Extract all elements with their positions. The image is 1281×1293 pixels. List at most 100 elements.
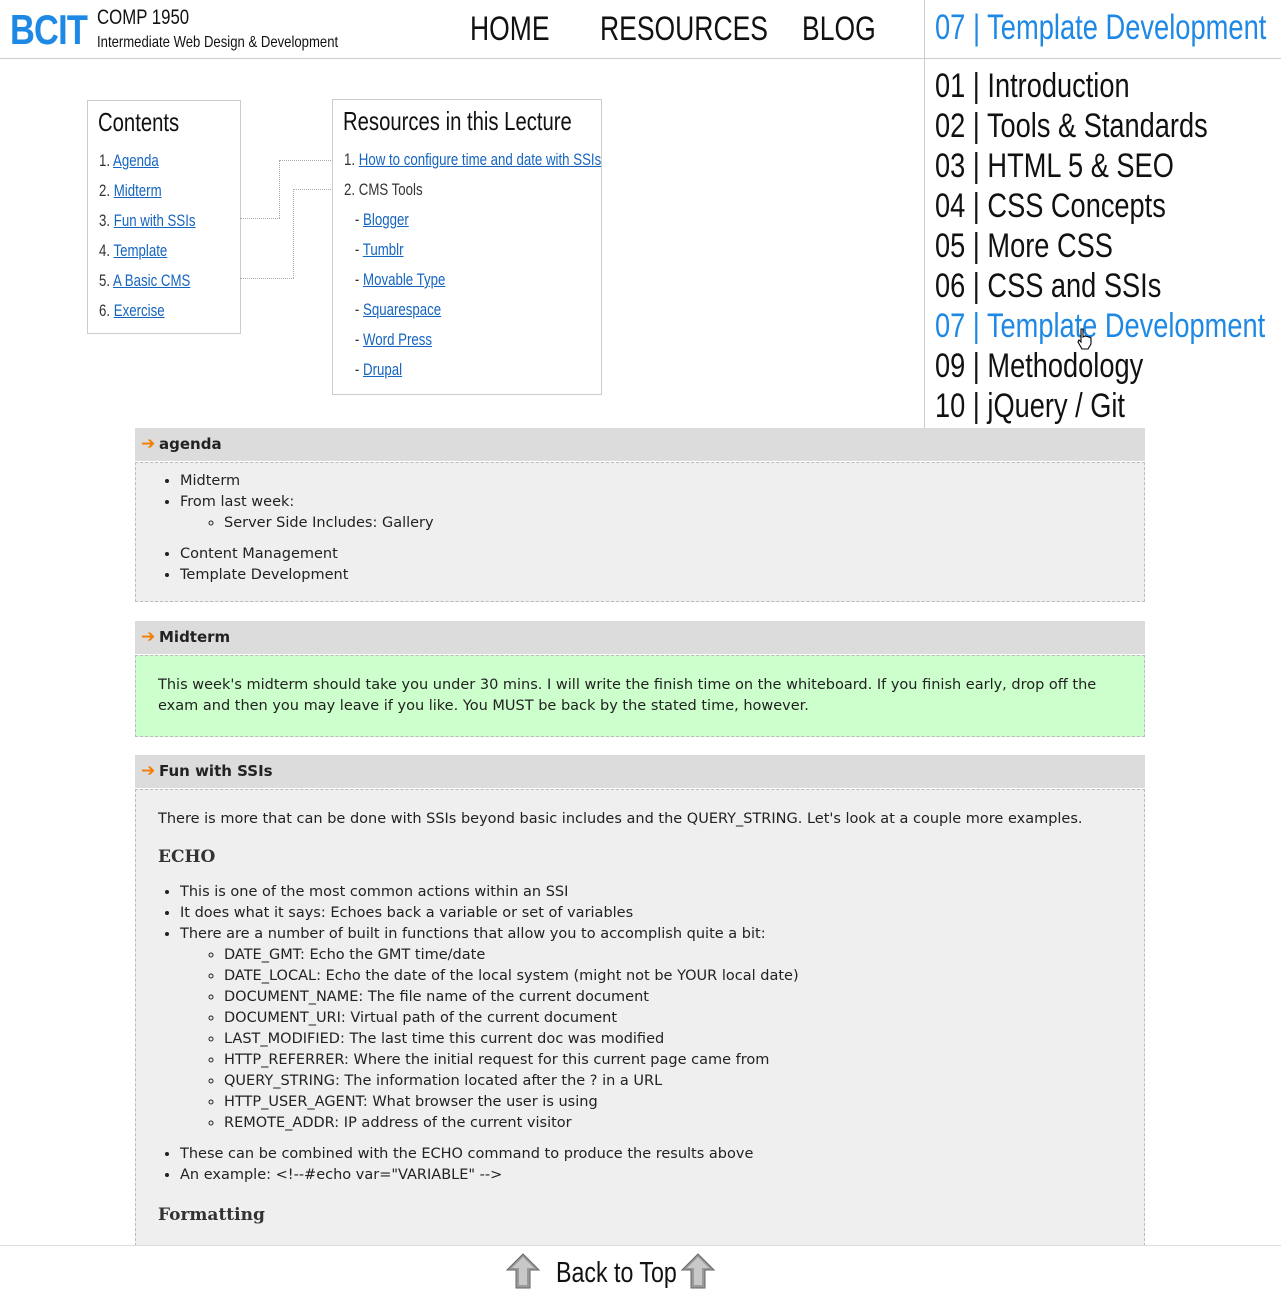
lecture-divider bbox=[925, 58, 1281, 59]
contents-link-midterm[interactable]: Midterm bbox=[114, 181, 162, 200]
contents-item: 1. Agenda bbox=[99, 151, 159, 170]
lecture-link-05[interactable]: 05 | More CSS bbox=[935, 226, 1265, 266]
list-item: DOCUMENT_URI: Virtual path of the curren… bbox=[224, 1008, 1144, 1029]
echo-list: This is one of the most common actions w… bbox=[136, 882, 1144, 1186]
list-item: DOCUMENT_NAME: The file name of the curr… bbox=[224, 987, 1144, 1008]
resource-subitem: - Drupal bbox=[354, 360, 403, 379]
back-to-top-button[interactable]: Back to Top bbox=[505, 1250, 720, 1292]
arrow-right-icon: ➔ bbox=[141, 761, 156, 781]
arrow-right-icon: ➔ bbox=[141, 627, 156, 647]
contents-title: Contents bbox=[98, 107, 180, 137]
lecture-link-01[interactable]: 01 | Introduction bbox=[935, 66, 1265, 106]
contents-item: 2. Midterm bbox=[99, 181, 162, 200]
nav-blog-link[interactable]: BLOG bbox=[802, 10, 876, 49]
resource-subitem: - Word Press bbox=[354, 330, 433, 349]
section-title: Fun with SSIs bbox=[159, 762, 273, 780]
list-item: These can be combined with the ECHO comm… bbox=[180, 1144, 1144, 1165]
function-list: DATE_GMT: Echo the GMT time/date DATE_LO… bbox=[180, 945, 1144, 1134]
contents-item: 4. Template bbox=[99, 241, 168, 260]
contents-link-agenda[interactable]: Agenda bbox=[113, 151, 159, 170]
list-item: REMOTE_ADDR: IP address of the current v… bbox=[224, 1113, 1144, 1134]
lecture-link-03[interactable]: 03 | HTML 5 & SEO bbox=[935, 146, 1265, 186]
resource-link-ssi-time-date[interactable]: How to configure time and date with SSIs bbox=[359, 150, 601, 169]
connector-line bbox=[279, 160, 333, 161]
resource-subitem: - Blogger bbox=[354, 210, 409, 229]
contents-link-exercise[interactable]: Exercise bbox=[114, 301, 165, 320]
hand-cursor-icon bbox=[1077, 328, 1092, 350]
formatting-heading: Formatting bbox=[158, 1205, 265, 1225]
lecture-link-07[interactable]: 07 | Template Development bbox=[935, 306, 1265, 346]
connector-line bbox=[240, 218, 280, 219]
nav-resources-link[interactable]: RESOURCES bbox=[600, 10, 768, 49]
agenda-section-body: Midterm From last week: Server Side Incl… bbox=[135, 462, 1145, 602]
lecture-link-06[interactable]: 06 | CSS and SSIs bbox=[935, 266, 1265, 306]
lecture-menu: 07 | Template Development 01 | Introduct… bbox=[924, 0, 1281, 428]
arrow-up-icon bbox=[505, 1253, 541, 1289]
list-item: Midterm bbox=[180, 471, 1144, 492]
page-footer: Back to Top bbox=[0, 1245, 1281, 1293]
current-lecture-title[interactable]: 07 | Template Development bbox=[935, 8, 1266, 48]
lecture-link-02[interactable]: 02 | Tools & Standards bbox=[935, 106, 1265, 146]
list-item: QUERY_STRING: The information located af… bbox=[224, 1071, 1144, 1092]
ssi-section-header: ➔ Fun with SSIs bbox=[135, 755, 1145, 788]
contents-list: 1. Agenda 2. Midterm 3. Fun with SSIs 4.… bbox=[99, 151, 223, 331]
list-item: There are a number of built in functions… bbox=[180, 924, 1144, 1134]
resource-item: 2. CMS Tools bbox=[344, 180, 423, 199]
lecture-link-04[interactable]: 04 | CSS Concepts bbox=[935, 186, 1265, 226]
resources-title: Resources in this Lecture bbox=[343, 106, 572, 136]
bcit-logo[interactable]: BCIT bbox=[10, 6, 88, 54]
cms-tools-label: CMS Tools bbox=[358, 180, 423, 199]
lecture-link-09[interactable]: 09 | Methodology bbox=[935, 346, 1265, 386]
ssi-intro: There is more that can be done with SSIs… bbox=[158, 811, 1083, 827]
agenda-sublist: Server Side Includes: Gallery bbox=[180, 513, 1144, 534]
contents-link-template[interactable]: Template bbox=[114, 241, 168, 260]
agenda-section-header: ➔ agenda bbox=[135, 428, 1145, 461]
nav-home-link[interactable]: HOME bbox=[470, 10, 550, 49]
agenda-list: Midterm From last week: Server Side Incl… bbox=[136, 471, 1144, 586]
contents-item: 5. A Basic CMS bbox=[99, 271, 191, 290]
lecture-link-10[interactable]: 10 | jQuery / Git bbox=[935, 386, 1265, 426]
midterm-section-body: This week's midterm should take you unde… bbox=[135, 655, 1145, 737]
arrow-up-icon bbox=[680, 1253, 716, 1289]
section-title: agenda bbox=[159, 435, 222, 453]
connector-line bbox=[293, 189, 333, 190]
list-item: DATE_LOCAL: Echo the date of the local s… bbox=[224, 966, 1144, 987]
echo-heading: ECHO bbox=[158, 847, 216, 867]
arrow-right-icon: ➔ bbox=[141, 434, 156, 454]
list-item: This is one of the most common actions w… bbox=[180, 882, 1144, 903]
connector-line bbox=[279, 160, 280, 218]
resources-box: Resources in this Lecture 1. How to conf… bbox=[332, 99, 602, 395]
list-item: Template Development bbox=[180, 565, 1144, 586]
course-title: Intermediate Web Design & Development bbox=[97, 34, 339, 51]
back-to-top-label: Back to Top bbox=[556, 1257, 677, 1289]
list-item: DATE_GMT: Echo the GMT time/date bbox=[224, 945, 1144, 966]
list-item: LAST_MODIFIED: The last time this curren… bbox=[224, 1029, 1144, 1050]
midterm-section-header: ➔ Midterm bbox=[135, 621, 1145, 654]
section-title: Midterm bbox=[159, 628, 231, 646]
resource-link-wordpress[interactable]: Word Press bbox=[363, 330, 432, 349]
contents-item: 6. Exercise bbox=[99, 301, 165, 320]
list-item: Server Side Includes: Gallery bbox=[224, 513, 1144, 534]
resource-link-squarespace[interactable]: Squarespace bbox=[363, 300, 441, 319]
lecture-list: 01 | Introduction 02 | Tools & Standards… bbox=[935, 66, 1281, 426]
resource-link-movable-type[interactable]: Movable Type bbox=[363, 270, 445, 289]
resource-item: 1. How to configure time and date with S… bbox=[344, 150, 602, 169]
resource-link-tumblr[interactable]: Tumblr bbox=[363, 240, 404, 259]
list-item: HTTP_REFERRER: Where the initial request… bbox=[224, 1050, 1144, 1071]
midterm-text: This week's midterm should take you unde… bbox=[158, 677, 1097, 714]
connector-line bbox=[293, 189, 294, 278]
course-code: COMP 1950 bbox=[97, 6, 190, 29]
resource-link-blogger[interactable]: Blogger bbox=[363, 210, 409, 229]
resource-subitem: - Tumblr bbox=[354, 240, 404, 259]
resource-subitem: - Squarespace bbox=[354, 300, 442, 319]
contents-item: 3. Fun with SSIs bbox=[99, 211, 196, 230]
ssi-section-body: There is more that can be done with SSIs… bbox=[135, 789, 1145, 1261]
contents-link-fun-with-ssis[interactable]: Fun with SSIs bbox=[114, 211, 196, 230]
list-item: From last week: Server Side Includes: Ga… bbox=[180, 492, 1144, 534]
list-item: An example: <!--#echo var="VARIABLE" --> bbox=[180, 1165, 1144, 1186]
resource-subitem: - Movable Type bbox=[354, 270, 446, 289]
list-item: It does what it says: Echoes back a vari… bbox=[180, 903, 1144, 924]
list-item: HTTP_USER_AGENT: What browser the user i… bbox=[224, 1092, 1144, 1113]
resource-link-drupal[interactable]: Drupal bbox=[363, 360, 402, 379]
contents-link-basic-cms[interactable]: A Basic CMS bbox=[113, 271, 190, 290]
